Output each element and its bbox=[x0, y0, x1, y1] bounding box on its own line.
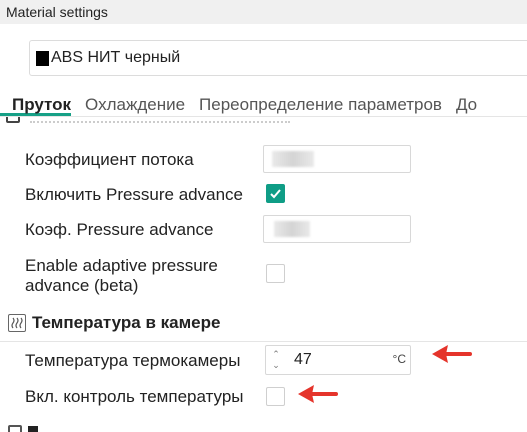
checkmark-icon bbox=[270, 189, 281, 199]
clipped-section-text bbox=[28, 426, 38, 432]
redacted-value bbox=[274, 221, 310, 237]
adaptive-pa-checkbox[interactable] bbox=[266, 264, 285, 283]
annotation-arrow-icon bbox=[432, 345, 472, 363]
material-name: ABS НИТ черный bbox=[51, 49, 181, 66]
redacted-value bbox=[272, 151, 314, 167]
section-icon bbox=[8, 425, 22, 432]
temperature-unit: °C bbox=[392, 352, 406, 366]
pressure-advance-checkbox[interactable] bbox=[266, 184, 285, 203]
material-select[interactable]: ABS НИТ черный bbox=[29, 40, 527, 76]
material-color-swatch bbox=[36, 50, 49, 66]
chamber-temperature-value[interactable]: 47 bbox=[294, 351, 312, 369]
clipped-section-header bbox=[0, 117, 527, 131]
clipped-section-text bbox=[30, 117, 290, 123]
pressure-advance-enable-label: Включить Pressure advance bbox=[25, 185, 244, 204]
flow-ratio-input[interactable] bbox=[263, 145, 411, 173]
adaptive-pa-label-line1: Enable adaptive pressure bbox=[25, 256, 218, 275]
chamber-temperature-spinbox[interactable]: ⌃ ⌄ 47 °C bbox=[265, 345, 411, 375]
tab-advanced-partial[interactable]: До bbox=[456, 90, 477, 116]
flow-ratio-label: Коэффициент потока bbox=[25, 150, 194, 169]
tab-filament[interactable]: Пруток bbox=[0, 90, 72, 116]
pressure-advance-input[interactable] bbox=[263, 215, 411, 243]
pressure-advance-label: Коэф. Pressure advance bbox=[25, 220, 214, 239]
section-title: Температура в камере bbox=[32, 313, 221, 332]
tab-cooling[interactable]: Охлаждение bbox=[85, 90, 185, 116]
adaptive-pa-label-line2: advance (beta) bbox=[25, 276, 139, 295]
temperature-control-label: Вкл. контроль температуры bbox=[25, 387, 244, 406]
chamber-temperature-label: Температура термокамеры bbox=[25, 351, 241, 370]
temperature-control-checkbox[interactable] bbox=[266, 387, 285, 406]
tab-setting-overrides[interactable]: Переопределение параметров bbox=[199, 90, 442, 116]
chamber-temperature-section: Температура в камере bbox=[8, 313, 220, 333]
spin-arrows-icon[interactable]: ⌃ ⌄ bbox=[270, 349, 282, 371]
heat-waves-icon bbox=[8, 314, 26, 332]
clipped-next-section bbox=[0, 424, 527, 432]
section-icon bbox=[6, 117, 20, 123]
annotation-arrow-icon bbox=[298, 385, 338, 403]
window-title: Material settings bbox=[0, 0, 527, 24]
